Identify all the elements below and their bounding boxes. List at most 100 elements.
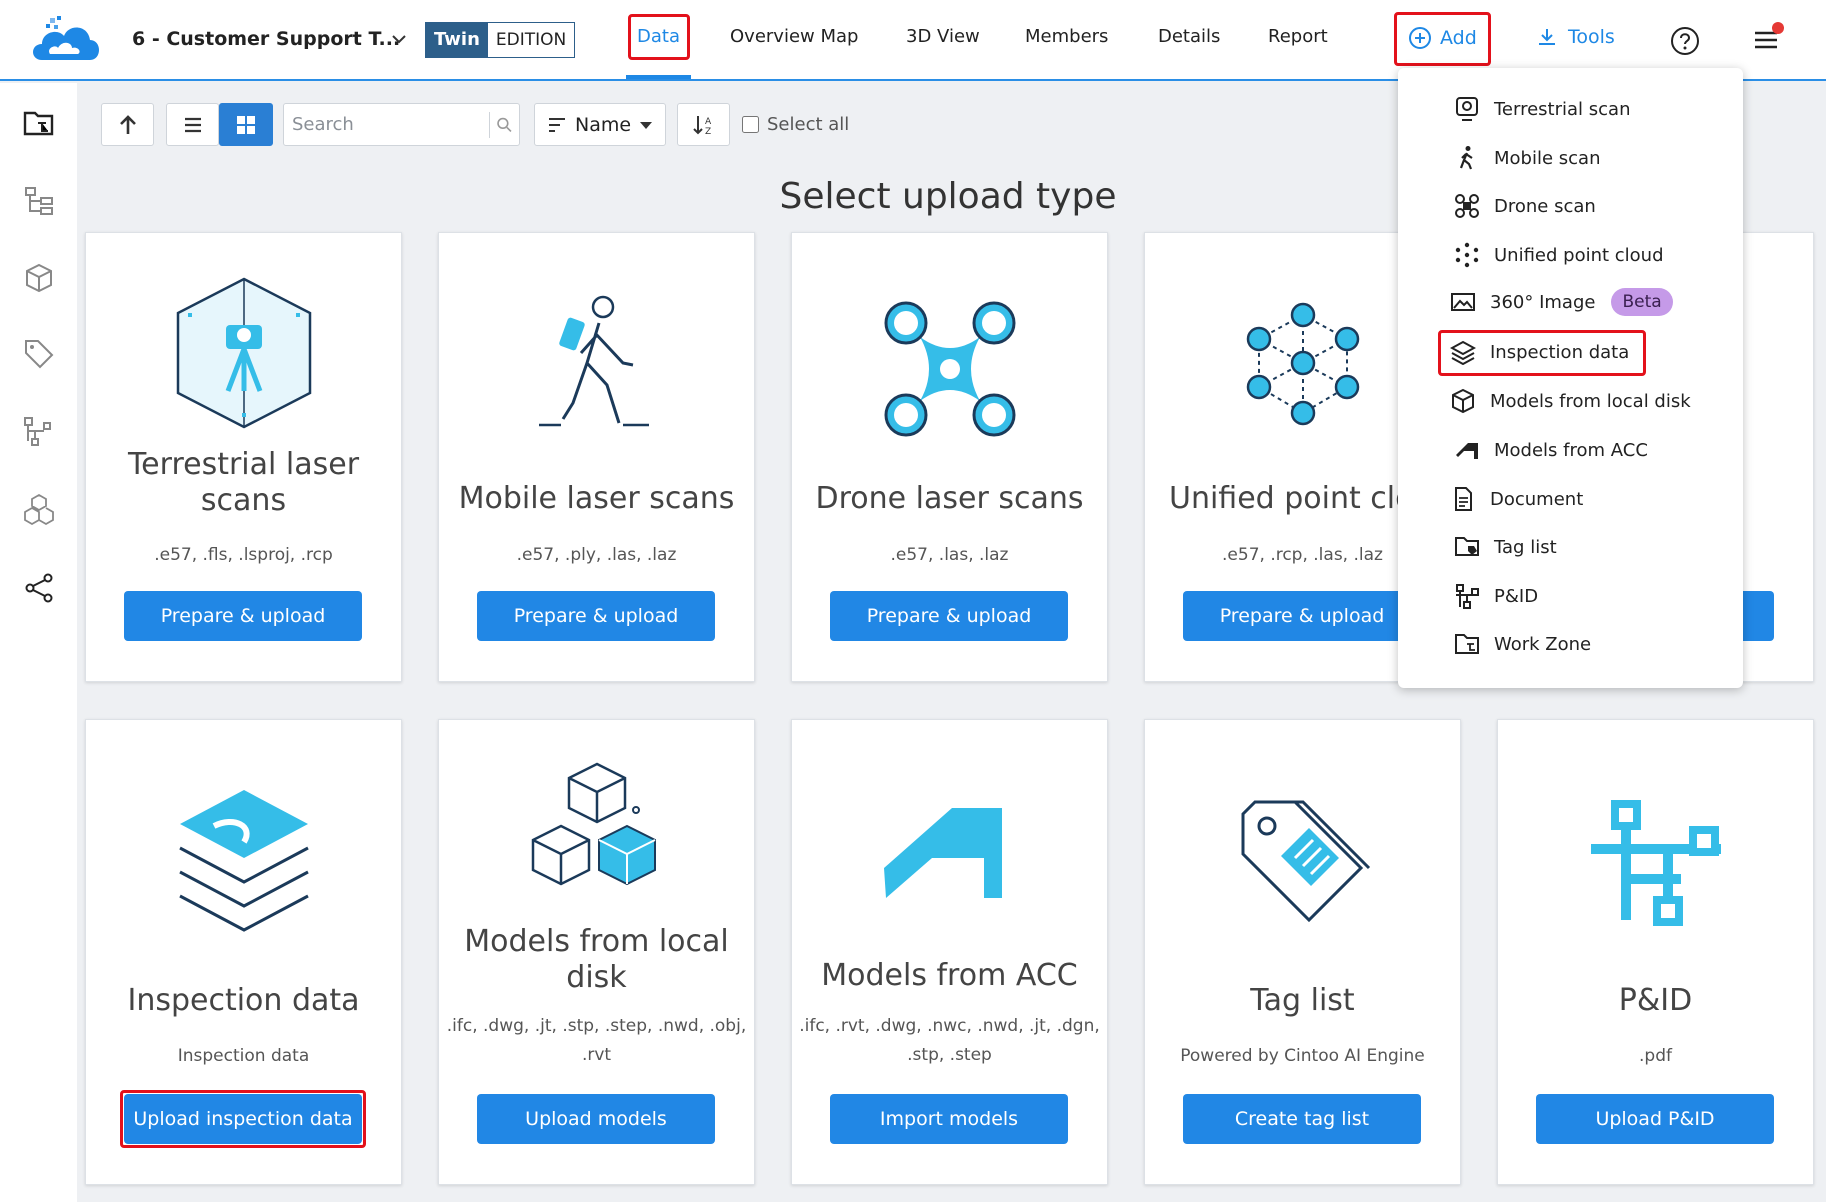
menu-item-label: P&ID <box>1494 585 1539 607</box>
acc-logo-illustration-icon <box>792 804 1107 904</box>
menu-item-label: Models from ACC <box>1494 439 1648 461</box>
cintoo-logo-icon[interactable] <box>28 14 104 66</box>
menu-item-label: Drone scan <box>1494 195 1596 217</box>
edition-twin: Twin <box>426 23 488 57</box>
tab-3d-view[interactable]: 3D View <box>906 26 980 47</box>
walking-person-icon <box>1459 146 1473 170</box>
tab-report[interactable]: Report <box>1268 26 1328 47</box>
cubes-icon[interactable] <box>22 492 56 526</box>
point-cloud-icon <box>1455 242 1479 268</box>
menu-item-document[interactable]: Document <box>1450 486 1583 512</box>
upload-button[interactable] <box>101 103 154 146</box>
menu-item-unified-point-cloud[interactable]: Unified point cloud <box>1454 242 1664 268</box>
cubes-illustration-icon <box>439 760 754 900</box>
card-formats: Powered by Cintoo AI Engine <box>1180 1046 1425 1066</box>
upload-models-button[interactable]: Upload models <box>477 1094 715 1144</box>
card-title: Mobile laser scans <box>458 481 735 516</box>
sort-field-dropdown[interactable]: Name <box>534 103 666 146</box>
card-formats: .e57, .fls, .lsproj, .rcp <box>154 545 333 565</box>
menu-item-label: Mobile scan <box>1494 147 1601 169</box>
menu-item-label: Tag list <box>1494 536 1557 558</box>
menu-item-pid[interactable]: P&ID <box>1454 583 1538 609</box>
list-view-button[interactable] <box>166 103 219 146</box>
tag-illustration-icon <box>1145 800 1460 930</box>
menu-item-models-acc[interactable]: Models from ACC <box>1454 437 1648 463</box>
select-all-label: Select all <box>767 114 850 135</box>
cube-icon <box>1452 388 1474 414</box>
project-name[interactable]: 6 - Customer Support T... <box>132 28 400 50</box>
card-inspection: Inspection data Inspection data Upload i… <box>85 719 402 1185</box>
pid-icon <box>1456 584 1479 609</box>
tab-members[interactable]: Members <box>1025 26 1108 47</box>
panorama-icon <box>1451 293 1475 311</box>
active-tab-indicator <box>626 75 691 79</box>
caret-down-icon <box>640 121 653 129</box>
menu-item-terrestrial-scan[interactable]: Terrestrial scan <box>1454 96 1630 122</box>
select-all[interactable]: Select all <box>742 114 849 135</box>
tag-icon[interactable] <box>22 337 56 371</box>
menu-item-label: Unified point cloud <box>1494 244 1664 266</box>
arrow-up-icon <box>119 114 136 134</box>
sort-order-button[interactable]: AZ <box>677 103 730 146</box>
menu-item-models-local-disk[interactable]: Models from local disk <box>1450 388 1691 414</box>
menu-item-tag-list[interactable]: Tag list <box>1454 534 1557 560</box>
prepare-upload-button[interactable]: Prepare & upload <box>124 591 362 641</box>
tools-button[interactable]: Tools <box>1536 26 1615 48</box>
card-title: Models from ACC <box>821 958 1078 993</box>
help-icon[interactable] <box>1670 26 1700 56</box>
prepare-upload-button[interactable]: Prepare & upload <box>1183 591 1421 641</box>
card-tag-list: Tag list Powered by Cintoo AI Engine Cre… <box>1144 719 1461 1185</box>
card-mobile: Mobile laser scans .e57, .ply, .las, .la… <box>438 232 755 682</box>
notification-dot <box>1772 22 1784 34</box>
menu-item-label: Terrestrial scan <box>1494 98 1631 120</box>
select-all-checkbox[interactable] <box>742 116 759 133</box>
card-formats: .e57, .ply, .las, .laz <box>516 545 677 565</box>
document-icon <box>1455 487 1472 511</box>
menu-item-label: 360° Image <box>1490 291 1596 313</box>
menu-item-mobile-scan[interactable]: Mobile scan <box>1454 145 1600 171</box>
menu-item-label: Document <box>1490 488 1584 510</box>
card-drone: Drone laser scans .e57, .las, .laz Prepa… <box>791 232 1108 682</box>
grid-icon <box>237 115 255 134</box>
search-icon[interactable] <box>489 112 515 138</box>
menu-item-label: Work Zone <box>1494 633 1592 655</box>
prepare-upload-button[interactable]: Prepare & upload <box>830 591 1068 641</box>
menu-item-360-image[interactable]: 360° Image Beta <box>1450 288 1673 316</box>
pid-illustration-icon <box>1498 800 1813 930</box>
share-icon[interactable] <box>22 571 56 605</box>
download-icon <box>1539 29 1555 45</box>
import-models-button[interactable]: Import models <box>830 1094 1068 1144</box>
create-tag-list-button[interactable]: Create tag list <box>1183 1094 1421 1144</box>
walking-person-illustration-icon <box>439 293 754 433</box>
highlight-upload-inspection <box>120 1090 366 1148</box>
upload-pid-button[interactable]: Upload P&ID <box>1536 1094 1774 1144</box>
menu-item-work-zone[interactable]: Work Zone <box>1454 631 1591 657</box>
menu-item-drone-scan[interactable]: Drone scan <box>1454 193 1596 219</box>
terrestrial-scan-icon <box>1456 97 1478 121</box>
add-dropdown-menu: Terrestrial scan Mobile scan Drone scan … <box>1398 68 1743 688</box>
svg-text:Z: Z <box>705 127 711 137</box>
tab-overview-map[interactable]: Overview Map <box>730 26 858 47</box>
card-title: P&ID <box>1618 983 1693 1018</box>
highlight-data-tab <box>628 14 690 60</box>
card-title: Models from local disk <box>464 924 729 995</box>
chevron-down-icon[interactable] <box>388 28 410 50</box>
edition-label: EDITION <box>487 23 575 57</box>
grid-view-button[interactable] <box>219 103 273 146</box>
card-formats: Inspection data <box>177 1046 310 1066</box>
pid-icon[interactable] <box>22 415 56 449</box>
search-input[interactable] <box>284 104 484 145</box>
tab-details[interactable]: Details <box>1158 26 1220 47</box>
card-models-local: Models from local disk .ifc, .dwg, .jt, … <box>438 719 755 1185</box>
prepare-upload-button[interactable]: Prepare & upload <box>477 591 715 641</box>
card-title: Tag list <box>1250 983 1355 1018</box>
tag-folder-icon <box>1455 537 1479 556</box>
list-icon <box>184 117 201 132</box>
card-formats: .pdf <box>1639 1046 1672 1066</box>
layers-illustration-icon <box>86 786 401 936</box>
search-box <box>283 103 520 146</box>
cube-icon[interactable] <box>22 261 56 295</box>
edition-badge: Twin EDITION <box>425 22 576 58</box>
folder-tree-icon[interactable] <box>22 107 56 141</box>
beta-badge: Beta <box>1611 288 1673 316</box>
